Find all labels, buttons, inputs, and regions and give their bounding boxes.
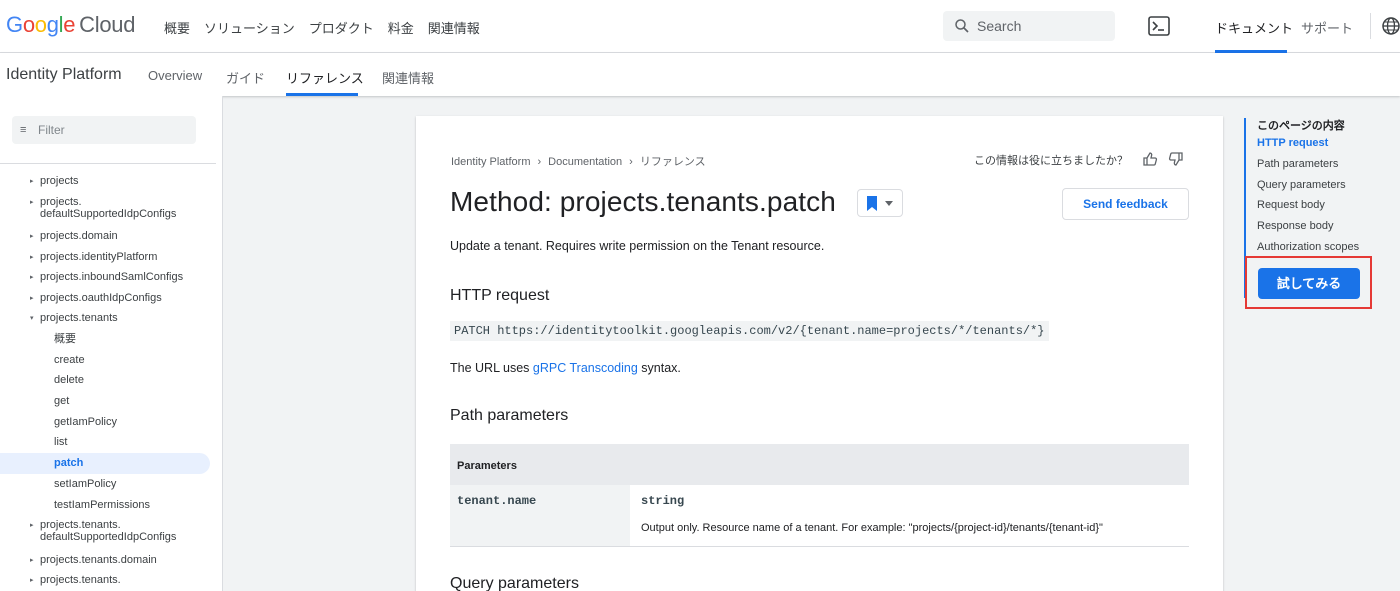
thumbs-up-icon[interactable] bbox=[1142, 151, 1158, 167]
sidebar-item-identity-platform[interactable]: ▸ projects.identityPlatform bbox=[30, 251, 157, 263]
sidebar-item-get[interactable]: get bbox=[54, 395, 69, 407]
table-row: tenant.name string Output only. Resource… bbox=[450, 485, 1189, 547]
breadcrumb-item[interactable]: リファレンス bbox=[640, 156, 706, 168]
breadcrumb-separator: › bbox=[537, 156, 542, 168]
breadcrumb: Identity Platform › Documentation › リファレンス bbox=[451, 153, 706, 169]
sidebar-item-tenants[interactable]: ▾ projects.tenants bbox=[30, 312, 118, 324]
expand-arrow-icon: ▸ bbox=[30, 522, 34, 529]
http-request-heading: HTTP request bbox=[450, 287, 550, 304]
toc-title: このページの内容 bbox=[1257, 120, 1345, 132]
sidebar-item-default-idp[interactable]: ▸ projects. defaultSupportedIdpConfigs bbox=[30, 196, 176, 220]
sidebar-item-delete[interactable]: delete bbox=[54, 374, 84, 386]
active-tab-indicator bbox=[286, 93, 358, 96]
expand-arrow-icon: ▸ bbox=[30, 233, 34, 240]
table-header: Parameters bbox=[450, 444, 1189, 485]
top-nav-item[interactable]: プロダクト bbox=[309, 18, 374, 37]
expand-arrow-icon: ▸ bbox=[30, 557, 34, 564]
terminal-icon[interactable] bbox=[1148, 16, 1170, 36]
toc-item-path-parameters[interactable]: Path parameters bbox=[1257, 158, 1338, 170]
sidebar-item-projects[interactable]: ▸ projects bbox=[30, 175, 79, 187]
sidebar-item-overview[interactable]: 概要 bbox=[54, 333, 76, 345]
sidebar-item-tenants-more[interactable]: ▸ projects.tenants. bbox=[30, 574, 121, 586]
top-nav-item[interactable]: 関連情報 bbox=[428, 18, 480, 37]
query-parameters-heading: Query parameters bbox=[450, 575, 579, 591]
url-note: The URL uses gRPC Transcoding syntax. bbox=[450, 361, 681, 375]
toc-item-query-parameters[interactable]: Query parameters bbox=[1257, 179, 1346, 191]
product-nav: Identity Platform Overview ガイド リファレンス 関連… bbox=[0, 53, 1400, 96]
sidebar-item-patch[interactable]: patch bbox=[54, 457, 83, 469]
divider bbox=[0, 163, 216, 164]
docs-tab[interactable]: ドキュメント bbox=[1215, 18, 1293, 37]
sidebar-item-domain[interactable]: ▸ projects.domain bbox=[30, 230, 118, 242]
expand-arrow-icon: ▸ bbox=[30, 577, 34, 584]
toc-item-request-body[interactable]: Request body bbox=[1257, 199, 1325, 211]
toc-item-http-request[interactable]: HTTP request bbox=[1257, 137, 1328, 149]
sidebar-item-tenants-domain[interactable]: ▸ projects.tenants.domain bbox=[30, 554, 157, 566]
google-cloud-logo[interactable]: Google Cloud bbox=[6, 12, 135, 38]
top-nav: 概要 ソリューション プロダクト 料金 関連情報 bbox=[164, 18, 494, 37]
sidebar-item-setiampolicy[interactable]: setIamPolicy bbox=[54, 478, 116, 490]
toc-item-authorization-scopes[interactable]: Authorization scopes bbox=[1257, 241, 1359, 253]
sidebar-item-inbound-saml[interactable]: ▸ projects.inboundSamlConfigs bbox=[30, 271, 183, 283]
sidebar-item-list[interactable]: list bbox=[54, 436, 67, 448]
expand-arrow-icon: ▸ bbox=[30, 274, 34, 281]
search-icon bbox=[955, 19, 969, 33]
breadcrumb-item[interactable]: Documentation bbox=[548, 156, 622, 168]
http-request-code: PATCH https://identitytoolkit.googleapis… bbox=[450, 321, 1049, 341]
top-nav-item[interactable]: 概要 bbox=[164, 18, 190, 37]
bookmark-button[interactable] bbox=[857, 189, 903, 217]
bookmark-icon bbox=[867, 196, 877, 211]
send-feedback-button[interactable]: Send feedback bbox=[1062, 188, 1189, 220]
content-card: Identity Platform › Documentation › リファレンス こ… bbox=[416, 116, 1223, 591]
thumbs-down-icon[interactable] bbox=[1168, 151, 1184, 167]
param-name: tenant.name bbox=[457, 494, 537, 508]
product-title[interactable]: Identity Platform bbox=[6, 66, 122, 84]
sidebar-item-testiampermissions[interactable]: testIamPermissions bbox=[54, 499, 150, 511]
expand-arrow-icon: ▸ bbox=[30, 178, 34, 185]
language-button[interactable] bbox=[1370, 13, 1400, 39]
sidebar-item-tenants-default-idp[interactable]: ▸ projects.tenants. defaultSupportedIdpCon… bbox=[30, 519, 176, 543]
search-placeholder: Search bbox=[977, 18, 1022, 34]
path-parameters-heading: Path parameters bbox=[450, 407, 569, 424]
sidebar-item-getiampolicy[interactable]: getIamPolicy bbox=[54, 416, 117, 428]
filter-icon: ≡ bbox=[20, 124, 27, 136]
param-description: Output only. Resource name of a tenant. … bbox=[641, 522, 1103, 534]
top-nav-item[interactable]: 料金 bbox=[388, 18, 414, 37]
helpful-prompt: この情報は役に立ちましたか？ bbox=[974, 155, 1128, 167]
collapse-arrow-icon: ▾ bbox=[30, 315, 34, 322]
globe-icon bbox=[1382, 17, 1400, 35]
expand-arrow-icon: ▸ bbox=[30, 295, 34, 302]
sidebar-item-oauth-idp[interactable]: ▸ projects.oauthIdpConfigs bbox=[30, 292, 162, 304]
param-name-cell: tenant.name bbox=[450, 485, 630, 546]
tab-overview[interactable]: Overview bbox=[148, 68, 202, 83]
support-tab[interactable]: サポート bbox=[1301, 18, 1353, 37]
top-header: Google Cloud 概要 ソリューション プロダクト 料金 関連情報 Sea… bbox=[0, 0, 1400, 53]
try-it-button[interactable]: 試してみる bbox=[1258, 268, 1360, 299]
toc-item-response-body[interactable]: Response body bbox=[1257, 220, 1333, 232]
filter-input[interactable]: ≡ Filter bbox=[12, 116, 196, 144]
top-nav-item[interactable]: ソリューション bbox=[204, 18, 295, 37]
expand-arrow-icon: ▸ bbox=[30, 199, 34, 206]
breadcrumb-item[interactable]: Identity Platform bbox=[451, 156, 530, 168]
tab-guides[interactable]: ガイド bbox=[226, 68, 265, 87]
parameters-table: Parameters tenant.name string Output onl… bbox=[450, 444, 1189, 547]
breadcrumb-separator: › bbox=[629, 156, 633, 168]
active-item-highlight bbox=[0, 453, 210, 474]
chevron-down-icon bbox=[885, 201, 893, 206]
page-title: Method: projects.tenants.patch bbox=[450, 186, 836, 217]
param-type: string bbox=[641, 494, 685, 508]
left-sidebar: ≡ Filter ▸ projects ▸ projects. defaultSupp… bbox=[0, 96, 223, 591]
method-description: Update a tenant. Requires write permissi… bbox=[450, 239, 825, 253]
expand-arrow-icon: ▸ bbox=[30, 254, 34, 261]
grpc-transcoding-link[interactable]: gRPC Transcoding bbox=[533, 361, 638, 375]
tab-resources[interactable]: 関連情報 bbox=[382, 68, 434, 87]
sidebar-item-create[interactable]: create bbox=[54, 354, 85, 366]
filter-placeholder: Filter bbox=[38, 123, 65, 137]
search-input[interactable]: Search bbox=[943, 11, 1115, 41]
tab-reference[interactable]: リファレンス bbox=[286, 68, 364, 87]
